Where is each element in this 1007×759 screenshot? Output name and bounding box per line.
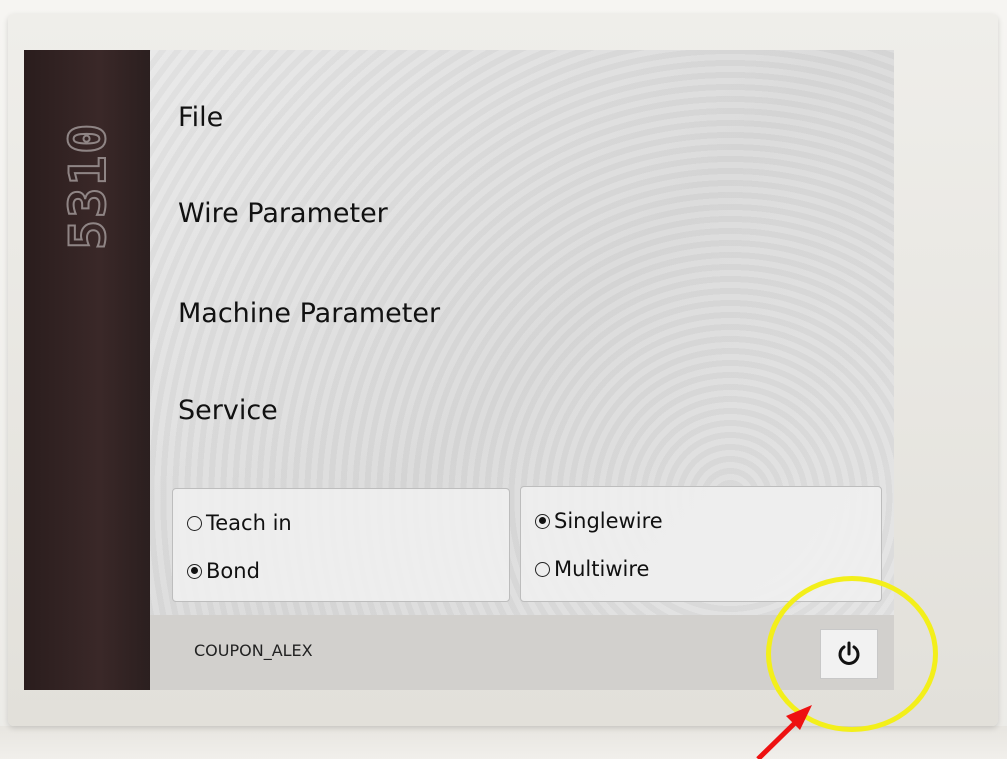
radio-singlewire-label: Singlewire	[554, 509, 663, 533]
radio-teach-in[interactable]: Teach in	[187, 511, 292, 535]
radio-teach-in-label: Teach in	[206, 511, 292, 535]
menu-item-machine-parameter[interactable]: Machine Parameter	[178, 298, 440, 329]
menu-item-file[interactable]: File	[178, 102, 223, 133]
radio-bond[interactable]: Bond	[187, 559, 260, 583]
radio-selected-icon	[187, 563, 202, 579]
radio-selected-icon	[535, 513, 550, 529]
radio-bond-label: Bond	[206, 559, 260, 583]
model-label: 5310	[58, 121, 118, 251]
side-panel: 5310	[24, 50, 150, 690]
radio-multiwire[interactable]: Multiwire	[535, 557, 649, 581]
menu-item-service[interactable]: Service	[178, 395, 278, 426]
radio-unselected-icon	[187, 515, 202, 531]
radio-unselected-icon	[535, 561, 550, 577]
highlight-circle	[766, 576, 938, 732]
main-content: File Wire Parameter Machine Parameter Se…	[150, 50, 894, 690]
mode-radio-group: Teach in Bond	[172, 488, 510, 602]
radio-multiwire-label: Multiwire	[554, 557, 650, 581]
current-file-name: COUPON_ALEX	[194, 641, 313, 660]
radio-singlewire[interactable]: Singlewire	[535, 509, 663, 533]
menu-item-wire-parameter[interactable]: Wire Parameter	[178, 198, 388, 229]
touch-screen: 5310 File Wire Parameter Machine Paramet…	[24, 50, 894, 690]
